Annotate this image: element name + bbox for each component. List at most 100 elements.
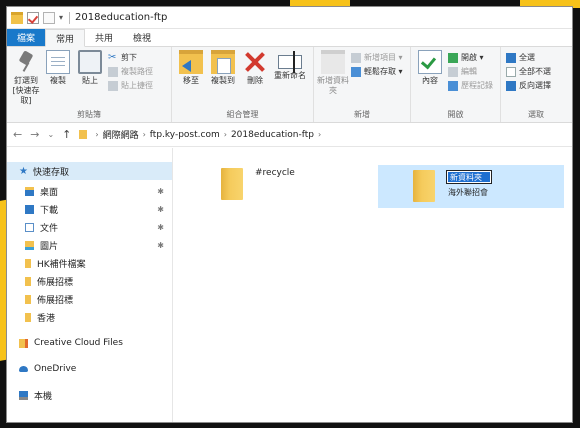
file-sublabel: 海外聯招會 — [448, 188, 488, 197]
breadcrumb[interactable]: › 網際網路 › ftp.ky-post.com › 2018education… — [79, 128, 325, 141]
tab-file[interactable]: 檔案 — [7, 29, 46, 46]
sidebar-item-folder[interactable]: 佈展招標 — [7, 272, 172, 290]
sidebar-item-downloads[interactable]: 下載 ✱ — [7, 200, 172, 218]
history-label: 歷程記錄 — [461, 81, 493, 90]
breadcrumb-current-folder[interactable]: 2018education-ftp — [231, 130, 314, 140]
easy-access-button[interactable]: 輕鬆存取 ▾ — [351, 66, 403, 77]
tab-share[interactable]: 共用 — [85, 29, 123, 46]
pin-icon — [14, 50, 38, 74]
move-to-button[interactable]: 移至 — [175, 50, 207, 86]
history-button[interactable]: 歷程記錄 — [448, 80, 493, 91]
sidebar-item-pictures[interactable]: 圖片 ✱ — [7, 236, 172, 254]
sidebar-item-folder[interactable]: 佈展招標 — [7, 290, 172, 308]
breadcrumb-separator-icon[interactable]: › — [95, 130, 98, 139]
pin-icon: ✱ — [157, 222, 164, 232]
rename-input[interactable]: 新資料夾 — [446, 170, 492, 184]
paste-shortcut-button[interactable]: 貼上捷徑 — [108, 80, 153, 91]
title-bar: ▾ 2018education-ftp — [7, 7, 572, 29]
sidebar-item-desktop[interactable]: 桌面 ✱ — [7, 182, 172, 200]
invert-selection-button[interactable]: 反向選擇 — [506, 80, 551, 91]
breadcrumb-host[interactable]: ftp.ky-post.com — [150, 130, 220, 140]
pin-icon: ✱ — [157, 240, 164, 250]
breadcrumb-separator-icon[interactable]: › — [318, 130, 321, 139]
ribbon-tabs: 檔案 常用 共用 檢視 — [7, 29, 572, 47]
move-to-icon — [179, 50, 203, 74]
group-label: 剪貼簿 — [77, 110, 101, 119]
select-all-label: 全選 — [519, 53, 535, 62]
sidebar-item-creative-cloud[interactable]: Creative Cloud Files — [7, 334, 172, 352]
paste-label: 貼上 — [82, 76, 98, 85]
pin-icon: ✱ — [157, 204, 164, 214]
rename-button[interactable]: 重新命名 — [271, 50, 309, 81]
sidebar-item-label: 下載 — [40, 205, 59, 216]
open-group: 內容 開啟 ▾ 編輯 歷程記錄 開啟 — [411, 47, 501, 122]
copy-button[interactable]: 複製 — [42, 50, 74, 86]
open-small-buttons: 開啟 ▾ 編輯 歷程記錄 — [448, 50, 493, 91]
move-to-label: 移至 — [183, 76, 199, 85]
folder-icon — [25, 312, 31, 322]
properties-button[interactable]: 內容 — [414, 50, 446, 86]
scissors-icon: ✂ — [108, 51, 117, 63]
file-list: #recycle 新資料夾 海外聯招會 — [173, 148, 572, 422]
delete-button[interactable]: 刪除 — [239, 50, 271, 86]
copy-to-button[interactable]: 複製到 — [207, 50, 239, 86]
edit-button[interactable]: 編輯 — [448, 66, 493, 77]
new-item-button[interactable]: 新增項目 ▾ — [351, 52, 403, 63]
back-arrow-icon[interactable]: ← — [13, 128, 22, 141]
sidebar-item-label: 快速存取 — [32, 167, 69, 178]
new-folder-icon — [321, 50, 345, 74]
select-all-button[interactable]: 全選 — [506, 52, 551, 63]
properties-icon — [418, 50, 442, 74]
breadcrumb-internet[interactable]: 網際網路 — [103, 128, 139, 141]
new-folder-label: 新增資料夾 — [317, 76, 349, 95]
tab-view[interactable]: 檢視 — [123, 29, 161, 46]
sidebar-item-quick-access[interactable]: ★ 快速存取 — [7, 162, 172, 180]
main-area: ★ 快速存取 桌面 ✱ 下載 ✱ 文件 ✱ 圖片 ✱ HK補件檔案 佈展招標 佈… — [7, 148, 572, 422]
pin-to-quick-access-button[interactable]: 釘選到 [快速存取] — [10, 50, 42, 106]
recent-locations-chevron-icon[interactable]: ⌄ — [47, 130, 54, 139]
location-folder-icon — [79, 130, 88, 139]
breadcrumb-separator-icon[interactable]: › — [143, 130, 146, 139]
sidebar-item-folder[interactable]: HK補件檔案 — [7, 254, 172, 272]
folder-icon — [25, 276, 31, 286]
sidebar-item-documents[interactable]: 文件 ✱ — [7, 218, 172, 236]
copy-path-button[interactable]: 複製路徑 — [108, 66, 153, 77]
cloud-icon — [19, 366, 28, 372]
select-none-button[interactable]: 全部不選 — [506, 66, 551, 77]
file-name: #recycle — [255, 168, 295, 178]
open-icon — [448, 52, 458, 63]
file-item-recycle[interactable]: #recycle — [221, 168, 295, 200]
sidebar-item-label: Creative Cloud Files — [34, 338, 123, 348]
quick-access-toolbar-dropdown-icon[interactable]: ▾ — [59, 13, 63, 22]
select-none-label: 全部不選 — [519, 67, 551, 76]
rename-selected-text: 新資料夾 — [448, 172, 490, 182]
copy-icon — [46, 50, 70, 74]
sidebar-item-label: 佈展招標 — [37, 277, 74, 288]
delete-label: 刪除 — [247, 76, 263, 85]
properties-label: 內容 — [422, 76, 438, 85]
open-button[interactable]: 開啟 ▾ — [448, 52, 493, 63]
tab-home[interactable]: 常用 — [45, 29, 86, 47]
group-label: 選取 — [528, 110, 544, 119]
file-item-new-folder[interactable] — [413, 170, 435, 202]
cut-button[interactable]: ✂ 剪下 — [108, 52, 153, 63]
sidebar-item-label: OneDrive — [34, 364, 77, 374]
up-arrow-icon[interactable]: ↑ — [62, 128, 71, 141]
new-folder-quick-icon[interactable] — [43, 11, 55, 24]
new-folder-button[interactable]: 新增資料夾 — [317, 50, 349, 96]
folder-icon — [25, 258, 31, 268]
properties-quick-icon[interactable] — [27, 11, 39, 24]
breadcrumb-separator-icon[interactable]: › — [224, 130, 227, 139]
sidebar-item-onedrive[interactable]: OneDrive — [7, 360, 172, 378]
new-small-buttons: 新增項目 ▾ 輕鬆存取 ▾ — [351, 50, 403, 77]
folder-icon — [11, 11, 23, 24]
sidebar-item-label: HK補件檔案 — [37, 259, 86, 270]
select-all-icon — [506, 52, 516, 63]
sidebar-item-folder[interactable]: 香港 — [7, 308, 172, 326]
rename-icon — [278, 51, 302, 73]
forward-arrow-icon[interactable]: → — [30, 128, 39, 141]
sidebar-item-this-pc[interactable]: 本機 — [7, 386, 172, 404]
computer-icon — [19, 390, 28, 400]
edit-icon — [448, 66, 458, 77]
paste-button[interactable]: 貼上 — [74, 50, 106, 86]
